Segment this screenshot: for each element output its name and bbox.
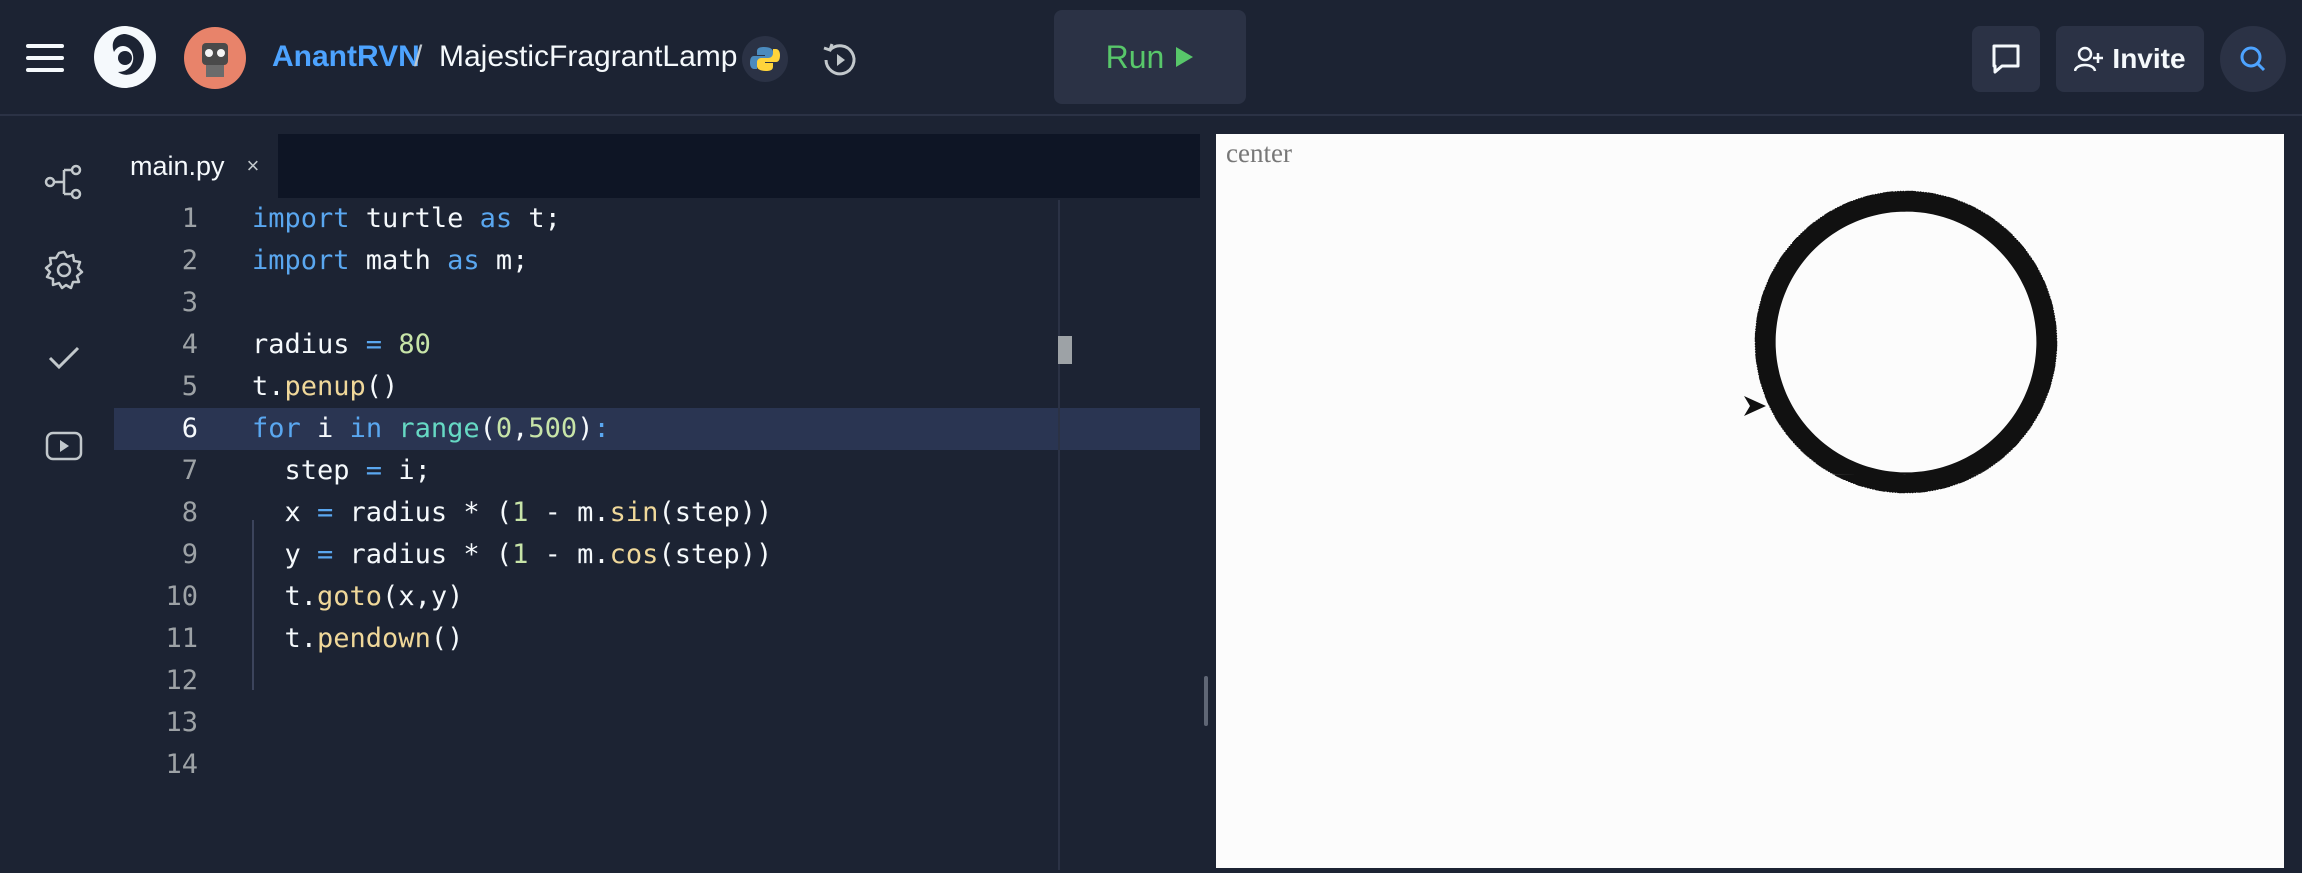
code-area[interactable]: 1 import turtle as t; 2 import math as m… [114, 198, 1200, 870]
tool-rail [14, 134, 114, 870]
code-text: y = radius * (1 - m.cos(step)) [252, 539, 773, 570]
line-number: 8 [181, 497, 198, 528]
line-number: 9 [181, 539, 198, 570]
chat-button[interactable] [1972, 26, 2040, 92]
line-number: 14 [165, 749, 198, 780]
line-number: 4 [181, 329, 198, 360]
code-line[interactable]: 7 step = i; [114, 450, 1200, 492]
code-editor-panel: main.py × 1 import turtle as t; 2 import… [114, 134, 1200, 870]
code-line[interactable]: 3 [114, 282, 1200, 324]
turtle-drawing [1744, 190, 2058, 494]
code-text: x = radius * (1 - m.sin(step)) [252, 497, 773, 528]
code-text: radius = 80 [252, 329, 431, 360]
menu-icon[interactable] [26, 44, 64, 72]
turtle-path-line [1754, 190, 2058, 494]
run-button-label: Run [1105, 38, 1165, 75]
line-number: 13 [165, 707, 198, 738]
line-number: 5 [181, 371, 198, 402]
line-number: 1 [181, 203, 198, 234]
breadcrumb-separator: / [414, 40, 423, 73]
avatar[interactable] [184, 27, 246, 89]
panel-resize-handle[interactable] [1204, 676, 1208, 726]
code-line[interactable]: 13 [114, 702, 1200, 744]
turtle-output-canvas[interactable]: center [1216, 134, 2284, 868]
video-icon[interactable] [42, 424, 86, 468]
turtle-cursor-icon [1744, 396, 1766, 416]
tab-main-py[interactable]: main.py × [114, 134, 278, 198]
code-line[interactable]: 2 import math as m; [114, 240, 1200, 282]
chat-icon [1992, 44, 2020, 74]
breadcrumb-repl-name[interactable]: MajesticFragrantLamp [439, 40, 737, 74]
replit-logo-icon[interactable] [92, 24, 158, 90]
code-text: for i in range(0,500): [252, 413, 610, 444]
tab-label: main.py [130, 150, 225, 181]
code-line[interactable]: 10 t.goto(x,y) [114, 576, 1200, 618]
code-text: step = i; [252, 455, 431, 486]
editor-tab-bar: main.py × [114, 134, 1200, 198]
search-icon [2240, 46, 2266, 72]
close-icon[interactable]: × [247, 153, 260, 179]
top-bar: AnantRVN / MajesticFragrantLamp Run Invi… [0, 0, 2302, 116]
indent-guide [252, 520, 254, 690]
code-line-active[interactable]: 6 for i in range(0,500): [114, 408, 1200, 450]
code-line[interactable]: 12 [114, 660, 1200, 702]
scroll-thumb[interactable] [1058, 336, 1072, 364]
editor-scrollbar[interactable] [1058, 200, 1060, 870]
search-button[interactable] [2220, 26, 2286, 92]
invite-button[interactable]: Invite [2056, 26, 2204, 92]
add-user-icon [2074, 46, 2104, 72]
code-text: t.pendown() [252, 623, 464, 654]
code-line[interactable]: 14 [114, 744, 1200, 786]
code-line[interactable]: 5 t.penup() [114, 366, 1200, 408]
breadcrumb-user[interactable]: AnantRVN [272, 40, 420, 74]
code-line[interactable]: 8 x = radius * (1 - m.sin(step)) [114, 492, 1200, 534]
code-line[interactable]: 4 radius = 80 [114, 324, 1200, 366]
line-number: 11 [165, 623, 198, 654]
canvas-label: center [1226, 138, 1292, 168]
checkmark-icon[interactable] [42, 336, 86, 380]
line-number: 7 [181, 455, 198, 486]
settings-gear-icon[interactable] [42, 248, 86, 292]
code-text: import turtle as t; [252, 203, 561, 234]
python-icon[interactable] [742, 36, 788, 82]
line-number: 10 [165, 581, 198, 612]
git-branch-icon[interactable] [42, 160, 86, 204]
code-text: t.penup() [252, 371, 399, 402]
code-line[interactable]: 9 y = radius * (1 - m.cos(step)) [114, 534, 1200, 576]
code-text: import math as m; [252, 245, 529, 276]
code-line[interactable]: 1 import turtle as t; [114, 198, 1200, 240]
line-number: 2 [181, 245, 198, 276]
play-icon [1176, 47, 1194, 67]
run-button[interactable]: Run [1054, 10, 1246, 104]
history-icon[interactable] [818, 38, 862, 82]
line-number: 3 [181, 287, 198, 318]
invite-button-label: Invite [2112, 43, 2186, 74]
code-text: t.goto(x,y) [252, 581, 464, 612]
code-line[interactable]: 11 t.pendown() [114, 618, 1200, 660]
line-number: 12 [165, 665, 198, 696]
line-number: 6 [181, 413, 198, 444]
